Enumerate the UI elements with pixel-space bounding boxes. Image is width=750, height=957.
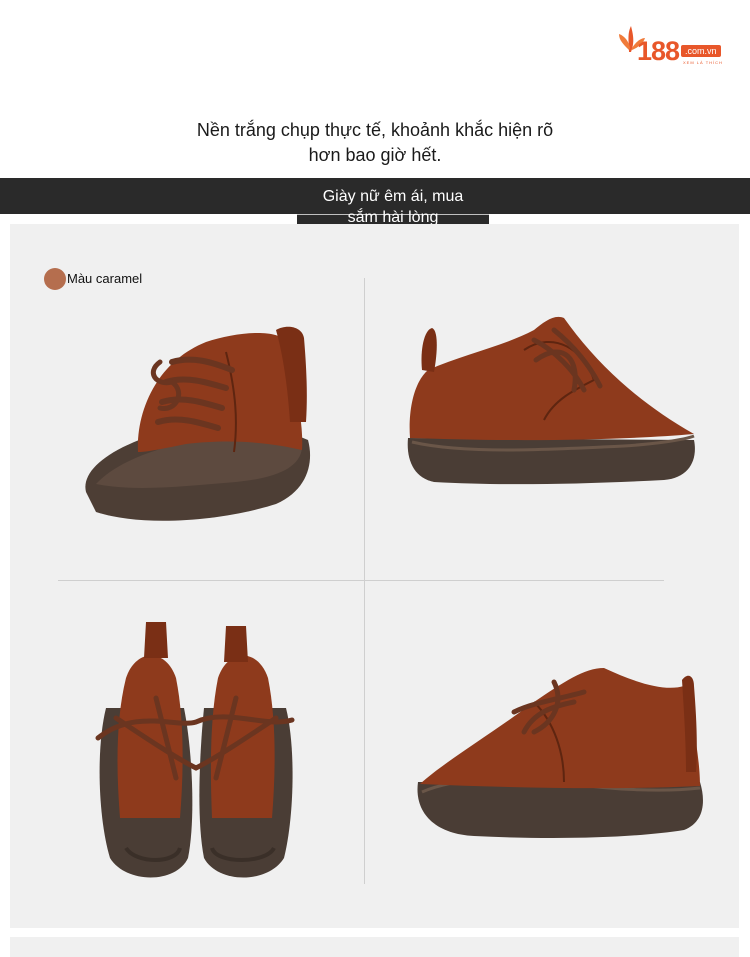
logo-tagline: XEM LÀ THÍCH [683, 60, 723, 65]
page-headline: Nền trắng chụp thực tế, khoảnh khắc hiện… [0, 118, 750, 168]
logo-domain: .com.vn [681, 45, 721, 57]
headline-line-1: Nền trắng chụp thực tế, khoảnh khắc hiện… [196, 120, 554, 140]
logo-number: 188 [637, 36, 680, 66]
banner-divider [297, 214, 489, 215]
banner-line-1: Giày nữ êm ái, mua [322, 188, 464, 205]
color-label: Màu caramel [67, 271, 143, 286]
next-panel [10, 937, 739, 957]
vertical-divider [364, 278, 365, 884]
shoe-image-pair-front [95, 622, 295, 878]
color-swatch[interactable] [44, 268, 66, 290]
shoe-image-side-left [407, 316, 695, 485]
headline-line-2: hơn bao giờ hết. [308, 145, 442, 165]
shoe-image-front-angle [85, 326, 311, 521]
horizontal-divider [58, 580, 664, 581]
banner-title: Giày nữ êm ái, mua sắm hài lòng [297, 186, 489, 228]
shoe-image-side-right [417, 668, 703, 838]
brand-logo[interactable]: 188 .com.vn XEM LÀ THÍCH [617, 22, 735, 70]
